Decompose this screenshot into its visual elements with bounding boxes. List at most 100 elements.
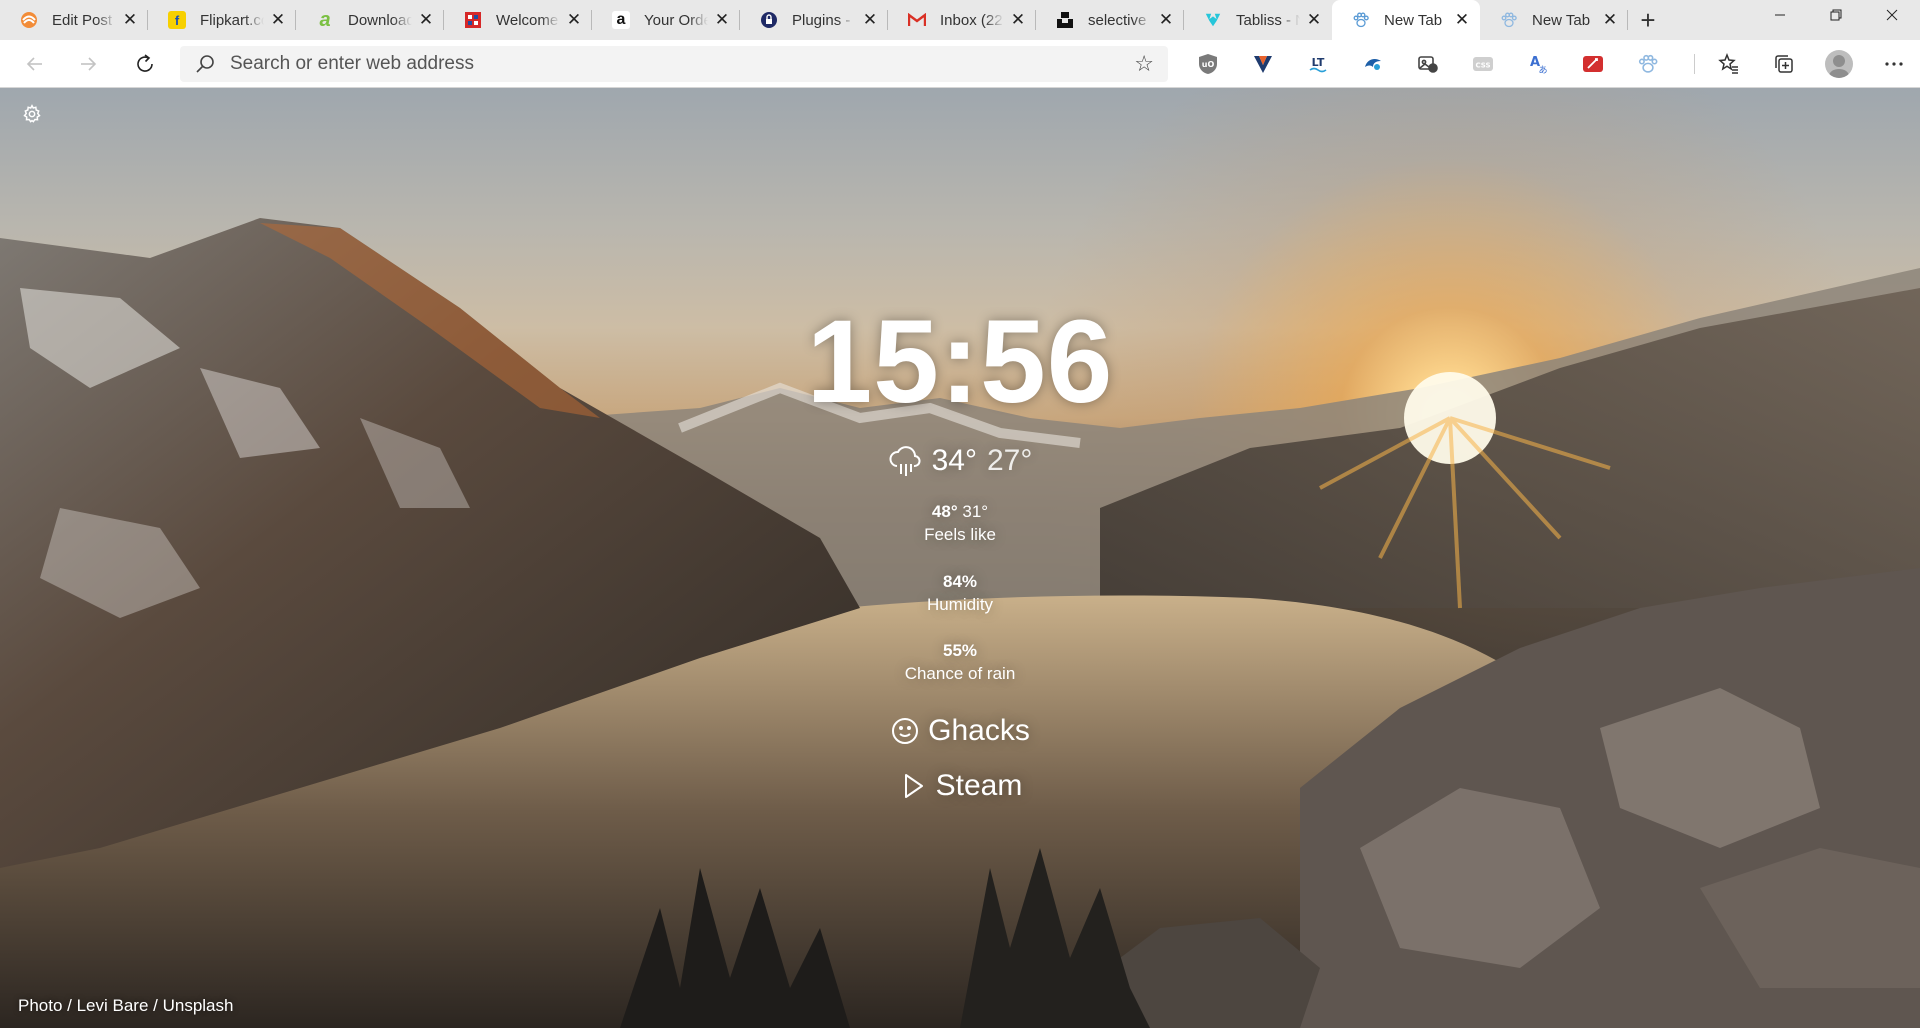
- lock-circle-icon: [760, 11, 778, 29]
- tab-flipkart[interactable]: f Flipkart.com ✕: [148, 0, 296, 40]
- forward-button[interactable]: [62, 44, 114, 84]
- svg-text:CSS: CSS: [1475, 62, 1490, 70]
- window-controls: [1752, 0, 1920, 32]
- profile-button[interactable]: [1811, 46, 1866, 82]
- feels-like: 48° 31° Feels like: [660, 502, 1260, 545]
- restore-button[interactable]: [1808, 0, 1864, 30]
- rain-chance-value: 55%: [942, 641, 978, 660]
- close-icon[interactable]: ✕: [416, 10, 436, 30]
- paw-icon: [1500, 11, 1518, 29]
- wave-icon: [1364, 59, 1381, 70]
- close-window-button[interactable]: [1864, 0, 1920, 30]
- tab-selective[interactable]: selective ✕: [1036, 0, 1184, 40]
- image-tool-extension[interactable]: [1400, 46, 1455, 82]
- collections-button[interactable]: [1756, 46, 1811, 82]
- tab-welcome[interactable]: Welcome ✕: [444, 0, 592, 40]
- gmail-icon: [908, 11, 926, 29]
- paw-icon: [1638, 54, 1657, 73]
- css-icon: CSS: [1472, 57, 1493, 71]
- close-icon[interactable]: ✕: [1452, 10, 1472, 30]
- unsplash-icon: [1056, 11, 1074, 29]
- vivaldi-extension[interactable]: [1235, 46, 1290, 82]
- humidity: 84% Humidity: [660, 572, 1260, 615]
- tab-strip: Edit Post ✕ f Flipkart.com ✕ a Download …: [0, 0, 1920, 40]
- close-icon[interactable]: ✕: [712, 10, 732, 30]
- smile-icon: [892, 718, 919, 744]
- translate-extension[interactable]: Aあ: [1510, 46, 1565, 82]
- photo-credit[interactable]: Photo / Levi Bare / Unsplash: [18, 996, 233, 1016]
- clock-time: 15:56: [806, 296, 1114, 428]
- tab-title: Edit Post: [52, 11, 113, 29]
- tabliss-settings-button[interactable]: [20, 102, 44, 126]
- close-icon[interactable]: ✕: [268, 10, 288, 30]
- svg-text:uO: uO: [1201, 60, 1214, 69]
- wave-extension[interactable]: [1345, 46, 1400, 82]
- landscape-background: [0, 218, 1920, 1028]
- back-arrow-icon: [26, 57, 42, 71]
- refresh-button[interactable]: [119, 44, 171, 84]
- minimize-button[interactable]: [1752, 0, 1808, 30]
- search-icon: [196, 55, 214, 73]
- tab-title: Download: [348, 11, 412, 29]
- favorites-button[interactable]: [1701, 46, 1756, 82]
- a-letter-icon: a: [319, 8, 331, 31]
- chance-of-rain: 55% Chance of rain: [660, 641, 1260, 684]
- vivaldi-v-icon: [1253, 56, 1272, 73]
- tab-inbox[interactable]: Inbox (22 ✕: [888, 0, 1036, 40]
- css-extension[interactable]: CSS: [1455, 46, 1510, 82]
- rain-chance-label: Chance of rain: [904, 664, 1016, 683]
- tab-your-orders[interactable]: a Your Orders ✕: [592, 0, 740, 40]
- ublock-icon: uO: [1198, 54, 1217, 74]
- tab-title: Welcome: [496, 11, 559, 29]
- swirl-icon: [20, 11, 38, 29]
- settings-menu-button[interactable]: [1866, 46, 1920, 82]
- close-icon[interactable]: ✕: [1156, 10, 1176, 30]
- back-button[interactable]: [9, 44, 61, 84]
- feels-like-low: 31°: [962, 502, 989, 521]
- tab-title: New Tab: [1384, 11, 1443, 29]
- svg-text:LT: LT: [1311, 56, 1324, 69]
- extensions-bar: uO LT CSS Aあ: [1180, 46, 1675, 82]
- flipkart-icon: f: [168, 11, 186, 29]
- quick-link-label: Steam: [935, 769, 1023, 802]
- new-tab-page: 15:56 34° 27° 48° 31° Feels like 84% Hum…: [0, 88, 1920, 1028]
- close-icon[interactable]: ✕: [564, 10, 584, 30]
- temperature-low: 27°: [987, 444, 1033, 477]
- humidity-label: Humidity: [926, 595, 994, 614]
- tabliss-paw-extension[interactable]: [1620, 46, 1675, 82]
- ublock-extension[interactable]: uO: [1180, 46, 1235, 82]
- close-icon[interactable]: ✕: [120, 10, 140, 30]
- tab-edit-post[interactable]: Edit Post ✕: [0, 0, 148, 40]
- close-icon[interactable]: ✕: [1008, 10, 1028, 30]
- collections-icon: [1774, 55, 1793, 73]
- close-icon[interactable]: ✕: [860, 10, 880, 30]
- toolbar-separator: [1694, 54, 1695, 74]
- amazon-icon: a: [612, 11, 630, 29]
- address-input[interactable]: [230, 53, 1135, 75]
- translate-icon: Aあ: [1529, 55, 1547, 75]
- address-bar[interactable]: ☆: [180, 46, 1168, 82]
- favorites-list-icon: [1717, 53, 1738, 74]
- tab-title: Tabliss - N: [1236, 11, 1300, 29]
- favorite-star-icon[interactable]: ☆: [1134, 51, 1154, 77]
- quick-link-ghacks[interactable]: Ghacks: [660, 714, 1260, 748]
- tab-tabliss[interactable]: Tabliss - N ✕: [1184, 0, 1332, 40]
- close-icon[interactable]: ✕: [1304, 10, 1324, 30]
- image-tool-icon: [1417, 56, 1438, 73]
- pdf-extension[interactable]: [1565, 46, 1620, 82]
- tab-title: Your Orders: [644, 11, 708, 29]
- tab-new-tab-active[interactable]: New Tab ✕: [1332, 0, 1480, 40]
- tab-title: Flipkart.com: [200, 11, 264, 29]
- weather-summary: 34° 27°: [660, 444, 1260, 478]
- tab-new-tab[interactable]: New Tab ✕: [1480, 0, 1628, 40]
- feels-like-label: Feels like: [924, 525, 996, 544]
- new-tab-button[interactable]: +: [1628, 0, 1668, 40]
- tab-title: New Tab: [1532, 11, 1591, 29]
- tab-download[interactable]: a Download ✕: [296, 0, 444, 40]
- quick-link-steam[interactable]: Steam: [660, 769, 1260, 803]
- tab-plugins[interactable]: Plugins - ✕: [740, 0, 888, 40]
- languagetool-extension[interactable]: LT: [1290, 46, 1345, 82]
- tab-title: selective: [1088, 11, 1147, 29]
- close-icon[interactable]: ✕: [1600, 10, 1620, 30]
- play-icon: [904, 774, 923, 798]
